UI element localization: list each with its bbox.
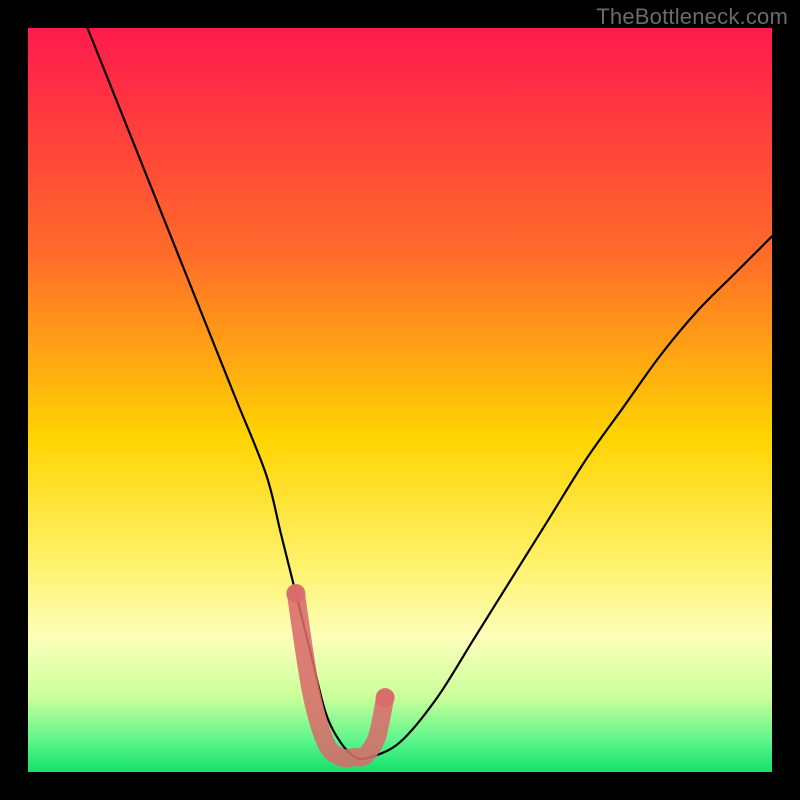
chart-frame: TheBottleneck.com [0,0,800,800]
plot-area [28,28,772,772]
chart-svg [28,28,772,772]
gradient-background [28,28,772,772]
watermark-text: TheBottleneck.com [596,4,788,30]
